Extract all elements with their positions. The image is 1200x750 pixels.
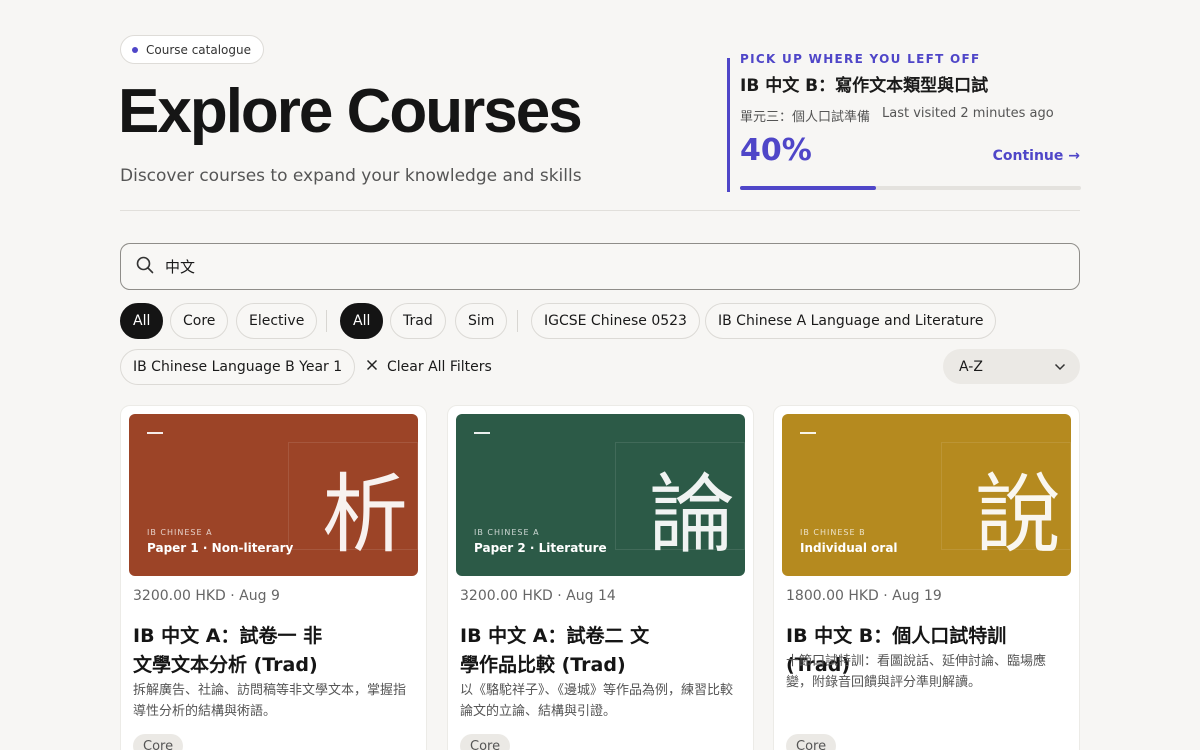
badge-dot-icon <box>132 46 138 53</box>
course-price-date: 1800.00 HKD · Aug 19 <box>786 588 942 604</box>
resume-progress-fill <box>740 186 877 190</box>
resume-unit: 單元三：個人口試準備 <box>740 110 871 125</box>
filter-type-elective[interactable]: Elective <box>236 303 318 339</box>
course-cover: 說 IB CHINESE B Individual oral <box>782 414 1071 576</box>
cover-label: Paper 2 · Literature <box>474 541 607 555</box>
course-price-date: 3200.00 HKD · Aug 14 <box>460 588 616 604</box>
cover-glyph: 說 <box>975 465 1061 565</box>
course-tag: Core <box>786 734 837 750</box>
chevron-down-icon <box>1054 359 1066 375</box>
cover-label: Paper 1 · Non-literary <box>147 541 294 555</box>
resume-last-visited: Last visited 2 minutes ago <box>882 106 1054 121</box>
page-title: Explore Courses <box>118 77 583 146</box>
continue-link[interactable]: Continue → <box>993 148 1080 164</box>
cover-eyebrow: IB CHINESE B <box>800 528 866 537</box>
course-description: 以《駱駝祥子》、《邊城》等作品為例，練習比較論文的立論、結構與引證。 <box>460 683 734 719</box>
course-card[interactable]: 析 IB CHINESE A Paper 1 · Non-literary 32… <box>120 405 427 750</box>
resume-course-card[interactable]: PICK UP WHERE YOU LEFT OFF IB 中文 B：寫作文本類… <box>727 52 1081 192</box>
cover-glyph: 析 <box>322 465 408 565</box>
course-price-date: 3200.00 HKD · Aug 9 <box>133 588 280 604</box>
cover-eyebrow: IB CHINESE A <box>147 528 213 537</box>
course-card[interactable]: 說 IB CHINESE B Individual oral 1800.00 H… <box>773 405 1080 750</box>
course-cover: 論 IB CHINESE A Paper 2 · Literature <box>456 414 745 576</box>
filter-script-trad[interactable]: Trad <box>390 303 446 339</box>
close-icon <box>366 359 378 375</box>
page-subtitle: Discover courses to expand your knowledg… <box>120 166 582 186</box>
course-description: 十節口試特訓：看圖說話、延伸討論、臨場應變，附錄音回饋與評分準則解讀。 <box>786 654 1047 690</box>
cover-dash <box>800 432 816 434</box>
clear-filters-button[interactable]: Clear All Filters <box>366 356 492 378</box>
cover-dash <box>147 432 163 434</box>
search-input[interactable] <box>165 257 1045 276</box>
filter-divider <box>517 310 518 332</box>
cover-dash <box>474 432 490 434</box>
search-icon <box>135 255 155 279</box>
filter-program-ib-a[interactable]: IB Chinese A Language and Literature <box>705 303 997 339</box>
filter-divider <box>326 310 327 332</box>
filter-program-igcse[interactable]: IGCSE Chinese 0523 <box>531 303 700 339</box>
filter-program-ib-b[interactable]: IB Chinese Language B Year 1 <box>120 349 356 385</box>
cover-label: Individual oral <box>800 541 898 555</box>
search-bar[interactable] <box>120 243 1080 290</box>
sort-value: A-Z <box>959 358 983 375</box>
resume-eyebrow: PICK UP WHERE YOU LEFT OFF <box>740 52 981 66</box>
catalogue-badge: Course catalogue <box>120 35 264 64</box>
clear-filters-label: Clear All Filters <box>387 359 492 375</box>
resume-course-title: IB 中文 B：寫作文本類型與口試 <box>740 76 989 96</box>
resume-progress-bar <box>740 186 1081 190</box>
cover-glyph: 論 <box>649 465 735 565</box>
course-description: 拆解廣告、社論、訪問稿等非文學文本，掌握指導性分析的結構與術語。 <box>133 683 407 719</box>
filter-script-sim[interactable]: Sim <box>455 303 508 339</box>
filter-script-all[interactable]: All <box>340 303 384 339</box>
header-divider <box>120 210 1080 211</box>
catalogue-badge-label: Course catalogue <box>146 42 251 57</box>
course-cover: 析 IB CHINESE A Paper 1 · Non-literary <box>129 414 418 576</box>
sort-select[interactable]: A-Z <box>943 349 1080 384</box>
cover-eyebrow: IB CHINESE A <box>474 528 540 537</box>
course-title[interactable]: IB 中文 A：試卷二 文學作品比較 (Trad) <box>460 622 660 680</box>
course-tag: Core <box>133 734 184 750</box>
filter-type-all[interactable]: All <box>120 303 164 339</box>
course-card[interactable]: 論 IB CHINESE A Paper 2 · Literature 3200… <box>447 405 754 750</box>
filter-type-core[interactable]: Core <box>170 303 229 339</box>
resume-percent: 40% <box>740 133 812 168</box>
course-tag: Core <box>460 734 511 750</box>
course-title[interactable]: IB 中文 A：試卷一 非文學文本分析 (Trad) <box>133 622 333 680</box>
